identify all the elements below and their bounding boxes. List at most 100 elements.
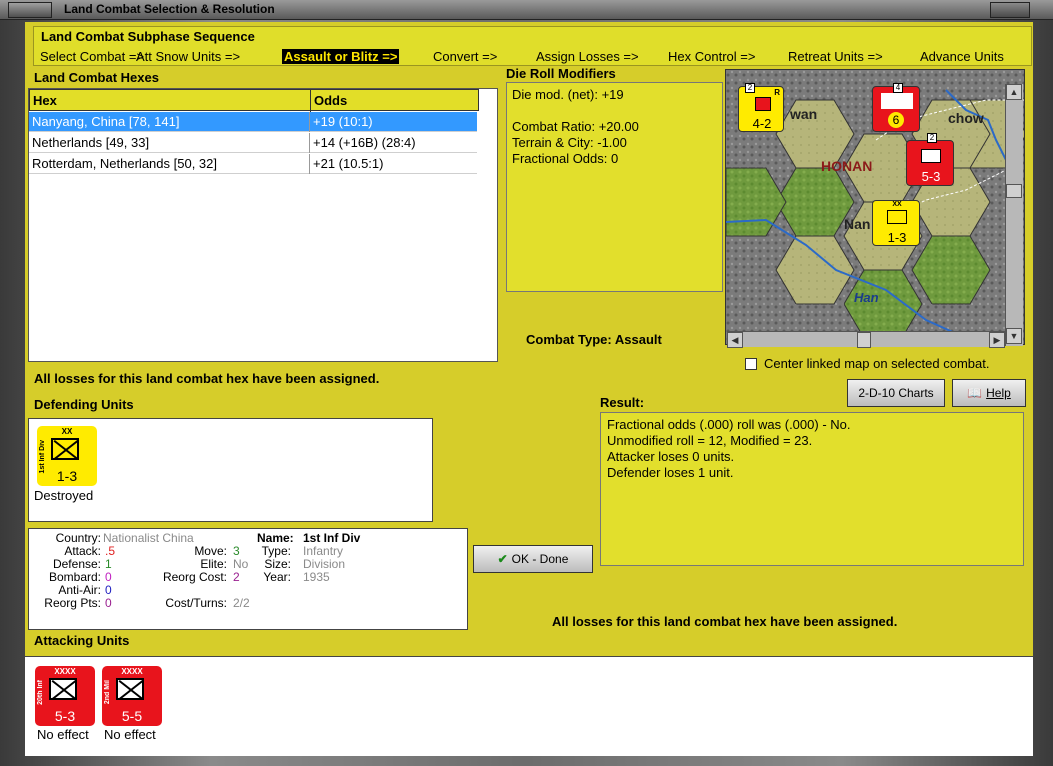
table-row[interactable]: Nanyang, China [78, 141] +19 (10:1) xyxy=(29,112,477,132)
counter-corner: R xyxy=(774,88,780,97)
odds-cell: +21 (10.5:1) xyxy=(313,156,384,171)
unit-status: No effect xyxy=(37,727,89,742)
step-att-snow-units: Att Snow Units => xyxy=(136,49,241,64)
map-label-wan: wan xyxy=(790,106,818,122)
attacking-title: Attacking Units xyxy=(34,633,130,648)
map-counter[interactable]: 4-2 R 2 xyxy=(738,83,784,132)
step-convert: Convert => xyxy=(433,49,498,64)
stat-elite: No xyxy=(233,557,249,571)
odds-cell: +14 (+16B) (28:4) xyxy=(313,135,416,150)
attacking-unit-counter[interactable]: XXXX 2nd Mil 5-5 xyxy=(102,666,162,726)
stat-label: Name: xyxy=(257,531,294,545)
map-counter[interactable]: XX 1-3 xyxy=(872,200,920,246)
stat-label: Type: xyxy=(261,544,291,558)
defending-units-panel: XX 1st Inf Div 1-3 Destroyed xyxy=(28,418,433,522)
hexes-title: Land Combat Hexes xyxy=(34,70,159,85)
combat-type-label: Combat Type: Assault xyxy=(526,332,662,347)
book-icon: 📖 xyxy=(967,386,983,400)
attacking-unit-counter[interactable]: XXXX 20th Inf 5-3 xyxy=(35,666,95,726)
stat-antiair: 0 xyxy=(105,583,112,597)
col-odds[interactable]: Odds xyxy=(314,93,347,108)
charts-button-label: 2-D-10 Charts xyxy=(858,386,934,400)
result-title: Result: xyxy=(600,395,645,410)
col-hex[interactable]: Hex xyxy=(33,93,57,108)
step-advance-units: Advance Units xyxy=(920,49,1004,64)
stat-label: Reorg Cost: xyxy=(162,570,227,584)
die-line: Combat Ratio: +20.00 xyxy=(512,119,639,134)
unit-size: XXXX xyxy=(121,667,143,676)
stat-name: 1st Inf Div xyxy=(303,531,361,545)
combat-type-label-text: Combat Type: xyxy=(526,332,612,347)
close-button[interactable] xyxy=(990,2,1030,18)
ok-done-label: OK - Done xyxy=(511,552,569,566)
stat-move: 3 xyxy=(233,544,240,558)
scroll-down-icon[interactable]: ▼ xyxy=(1006,328,1022,344)
die-line: Fractional Odds: 0 xyxy=(512,151,619,166)
map-label-nan: Nan xyxy=(844,216,871,232)
unit-status: Destroyed xyxy=(34,488,94,503)
infantry-symbol-icon xyxy=(51,438,79,460)
window-menu-icon[interactable] xyxy=(8,2,52,18)
scroll-right-icon[interactable]: ▶ xyxy=(989,332,1005,348)
help-button-label: Help xyxy=(986,386,1011,400)
map-horizontal-scrollbar[interactable]: ◀ ▶ xyxy=(727,331,1005,348)
charts-button[interactable]: 2-D-10 Charts xyxy=(847,379,945,407)
unit-strength: 1-3 xyxy=(56,468,78,484)
table-row[interactable]: Rotterdam, Netherlands [50, 32] +21 (10.… xyxy=(29,154,477,174)
stat-reorg-pts: 0 xyxy=(105,596,112,610)
infantry-symbol-icon xyxy=(49,678,77,700)
map-label-chow: chow xyxy=(948,110,984,126)
hexes-header: Hex Odds xyxy=(29,89,479,112)
stat-label: Size: xyxy=(264,557,291,571)
stat-reorg-cost: 2 xyxy=(233,570,240,584)
stat-label: Reorg Pts: xyxy=(44,596,101,610)
die-line: Terrain & City: -1.00 xyxy=(512,135,627,150)
defending-title: Defending Units xyxy=(34,397,134,412)
counter-stack: 2 xyxy=(927,133,937,143)
step-hex-control: Hex Control => xyxy=(668,49,756,64)
result-line: Attacker loses 0 units. xyxy=(607,449,735,464)
hex-cell: Netherlands [49, 33] xyxy=(32,135,150,150)
step-select-combat: Select Combat => xyxy=(40,49,145,64)
stat-cost-turns: 2/2 xyxy=(233,596,250,610)
map-counter[interactable]: 6 4 xyxy=(872,83,920,132)
result-line: Defender loses 1 unit. xyxy=(607,465,734,480)
hex-cell: Nanyang, China [78, 141] xyxy=(32,114,180,129)
center-map-label: Center linked map on selected combat. xyxy=(764,356,990,371)
bottom-status-message: All losses for this land combat hex have… xyxy=(552,614,898,629)
counter-stack: 2 xyxy=(745,83,755,93)
status-message: All losses for this land combat hex have… xyxy=(34,371,380,386)
scroll-thumb[interactable] xyxy=(857,332,871,348)
map-label-honan: HONAN xyxy=(821,158,873,174)
defending-unit-counter[interactable]: XX 1st Inf Div 1-3 xyxy=(37,426,97,486)
help-button[interactable]: 📖 Help xyxy=(952,379,1026,407)
stat-bombard: 0 xyxy=(105,570,112,584)
counter-stack: 4 xyxy=(893,83,903,93)
window-frame: Land Combat Selection & Resolution Land … xyxy=(0,0,1053,766)
stat-label: Defense: xyxy=(52,557,101,571)
odds-cell: +19 (10:1) xyxy=(313,114,373,129)
scroll-up-icon[interactable]: ▲ xyxy=(1006,84,1022,100)
result-line: Unmodified roll = 12, Modified = 23. xyxy=(607,433,813,448)
result-line: Fractional odds (.000) roll was (.000) -… xyxy=(607,417,851,432)
infantry-symbol-icon xyxy=(116,678,144,700)
stat-label: Elite: xyxy=(200,557,227,571)
table-row[interactable]: Netherlands [49, 33] +14 (+16B) (28:4) xyxy=(29,133,477,153)
sequence-title: Land Combat Subphase Sequence xyxy=(41,29,255,44)
unit-name: 2nd Mil xyxy=(104,680,111,705)
map-vertical-scrollbar[interactable]: ▲ ▼ xyxy=(1005,84,1023,346)
center-map-checkbox[interactable] xyxy=(745,358,757,370)
checkmark-icon: ✔ xyxy=(497,552,508,566)
ok-done-button[interactable]: ✔ OK - Done xyxy=(473,545,593,573)
hex-map[interactable]: wan chow HONAN Nan Han 4-2 R 2 6 4 5-3 2 xyxy=(725,69,1025,345)
scroll-left-icon[interactable]: ◀ xyxy=(727,332,743,348)
stat-label: Anti-Air: xyxy=(58,583,101,597)
stat-label: Cost/Turns: xyxy=(165,596,227,610)
map-counter[interactable]: 5-3 2 xyxy=(906,133,954,186)
step-assign-losses: Assign Losses => xyxy=(536,49,639,64)
stat-size: Division xyxy=(303,557,346,571)
result-panel: Fractional odds (.000) roll was (.000) -… xyxy=(600,412,1024,566)
scroll-thumb[interactable] xyxy=(1006,184,1022,198)
stat-label: Move: xyxy=(194,544,227,558)
step-retreat-units: Retreat Units => xyxy=(788,49,883,64)
